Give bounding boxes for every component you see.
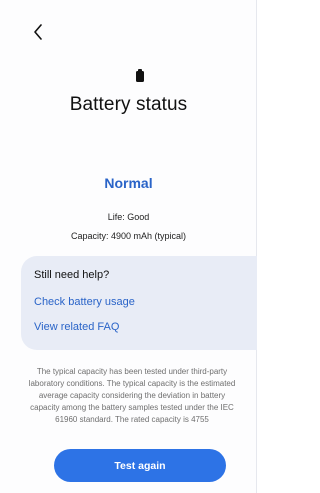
view-related-faq-link[interactable]: View related FAQ (34, 321, 119, 333)
help-card-title: Still need help? (34, 269, 110, 281)
capacity-disclaimer: The typical capacity has been tested und… (28, 367, 236, 424)
battery-life-text: Life: Good (107, 212, 150, 222)
chevron-left-icon (34, 24, 42, 40)
battery-status-value: Normal (104, 175, 153, 191)
page-title: Battery status (69, 94, 188, 115)
battery-capacity-text: Capacity: 4900 mAh (typical) (70, 231, 187, 241)
battery-icon (136, 69, 144, 82)
help-card: Still need help? Check battery usage Vie… (21, 256, 257, 350)
check-battery-usage-link[interactable]: Check battery usage (34, 296, 135, 308)
battery-status-screen: Battery status Normal Life: Good Capacit… (0, 0, 257, 493)
back-button[interactable] (28, 21, 48, 43)
test-again-button[interactable]: Test again (54, 449, 226, 482)
